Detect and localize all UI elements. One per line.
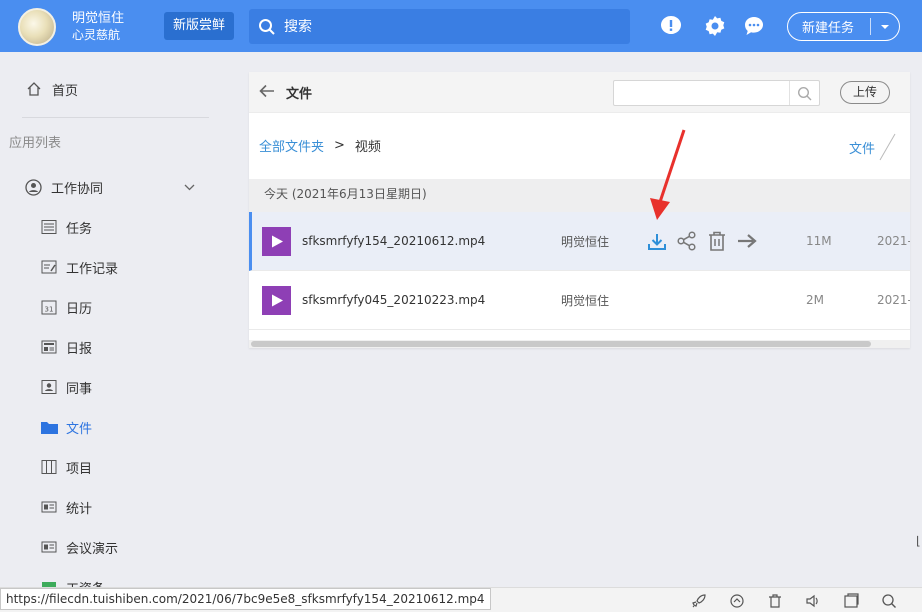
user-subtitle: 心灵慈航 [72,28,121,42]
scrollbar-thumb[interactable] [251,341,871,347]
sidebar-item-work-record[interactable]: 工作记录 [0,256,232,278]
sidebar-group-collab[interactable]: 工作协同 [0,176,232,198]
sidebar-item-statistics[interactable]: 统计 [0,496,232,518]
chat-icon[interactable] [743,15,765,37]
caret-down-icon[interactable] [871,24,899,30]
row-actions [647,231,757,251]
new-version-button[interactable]: 新版尝鲜 [164,12,234,40]
delete-icon[interactable] [707,231,727,251]
search-input[interactable] [284,18,604,35]
folder-icon [40,418,58,436]
sidebar-item-project[interactable]: 项目 [0,456,232,478]
page-title: 文件 [286,86,313,102]
files-toolbar: 文件 上传 [249,72,910,113]
video-file-icon [262,286,291,315]
sidebar-item-files[interactable]: 文件 [0,416,232,438]
file-name[interactable]: sfksmrfyfy154_20210612.mp4 [302,234,485,248]
new-task-button[interactable]: 新建任务 [787,12,900,41]
section-label: 应用列表 [9,136,62,151]
svg-text:31: 31 [45,306,54,314]
statistics-icon [40,498,58,516]
global-search[interactable] [249,9,630,44]
sidebar-item-meeting[interactable]: 会议演示 [0,536,232,558]
sidebar-item-label: 项目 [66,461,93,477]
sidebar-group-label: 工作协同 [51,181,104,197]
zoom-icon[interactable] [881,593,897,609]
sidebar-item-label: 统计 [66,501,93,517]
file-date: 2021-06-12 [877,234,910,248]
speaker-icon[interactable] [805,593,821,609]
annotation-arrow-icon [650,129,686,220]
top-header: 明觉恒住 心灵慈航 新版尝鲜 新建任务 [0,0,922,52]
chevron-down-icon[interactable] [184,180,195,195]
file-owner: 明觉恒住 [561,293,610,308]
sidebar-item-colleague[interactable]: 同事 [0,376,232,398]
file-size: 11M [806,234,832,248]
sidebar-item-label: 同事 [66,381,93,397]
home-icon [25,80,43,98]
sidebar-item-home[interactable]: 首页 [0,78,232,100]
user-name: 明觉恒住 [72,11,125,26]
task-list-icon [40,218,58,236]
file-row[interactable]: sfksmrfyfy154_20210612.mp4 明觉恒住 11M 2021… [249,212,910,271]
rocket-icon[interactable] [691,593,707,609]
user-info[interactable]: 明觉恒住 心灵慈航 [72,10,124,44]
calendar-icon: 31 [40,298,58,316]
sidebar-item-calendar[interactable]: 31 日历 [0,296,232,318]
upload-button[interactable]: 上传 [840,81,890,104]
file-owner: 明觉恒住 [561,234,610,249]
back-arrow-icon[interactable] [259,83,275,102]
browser-statusbar: https://filecdn.tuishiben.com/2021/06/7b… [0,587,922,612]
horizontal-scrollbar[interactable] [249,340,910,348]
alert-icon[interactable] [660,15,682,37]
work-record-icon [40,258,58,276]
sidebar-item-label: 任务 [66,221,93,237]
search-icon[interactable] [789,81,819,105]
sidebar-item-daily-report[interactable]: 日报 [0,336,232,358]
daily-report-icon [40,338,58,356]
files-panel: 文件 上传 全部文件夹 > 视频 文件 今天 (2021年6月13日星期日) s… [249,72,910,348]
breadcrumb-separator: > [334,138,345,153]
refresh-icon[interactable] [729,593,745,609]
sidebar-item-task[interactable]: 任务 [0,216,232,238]
user-circle-icon [24,178,42,196]
file-search[interactable] [613,80,820,106]
user-avatar[interactable] [18,8,56,46]
sidebar-item-label: 首页 [52,83,79,99]
new-task-label: 新建任务 [802,21,855,36]
sidebar: 首页 应用列表 工作协同 任务 工作记录 31 日历 日报 同事 文件 项目 统… [0,52,232,597]
status-url: https://filecdn.tuishiben.com/2021/06/7b… [0,588,491,610]
sidebar-item-label: 日报 [66,341,93,357]
sidebar-divider [22,117,209,118]
search-icon [259,18,275,35]
colleague-icon [40,378,58,396]
file-size: 2M [806,293,824,307]
download-icon[interactable] [647,231,667,251]
sidebar-item-label: 日历 [66,301,93,317]
video-file-icon [262,227,291,256]
edge-mark: ⌊ [916,534,921,548]
trash-icon[interactable] [767,593,783,609]
project-icon [40,458,58,476]
header-divider [879,133,896,161]
settings-icon[interactable] [704,15,726,37]
day-group-header: 今天 (2021年6月13日星期日) [249,179,910,212]
file-row[interactable]: sfksmrfyfy045_20210223.mp4 明觉恒住 2M 2021-… [249,271,910,330]
breadcrumb-root[interactable]: 全部文件夹 [259,136,324,155]
breadcrumb: 全部文件夹 > 视频 [259,136,381,155]
forward-arrow-icon[interactable] [737,231,757,251]
sidebar-item-label: 工作记录 [66,261,119,277]
share-icon[interactable] [677,231,697,251]
sidebar-item-label: 会议演示 [66,541,119,557]
sidebar-item-label: 文件 [66,421,93,437]
view-files-link[interactable]: 文件 [849,138,875,157]
meeting-icon [40,538,58,556]
breadcrumb-current: 视频 [354,140,381,155]
window-icon[interactable] [843,593,859,609]
file-search-input[interactable] [614,81,790,105]
file-date: 2021-02-23 [877,293,910,307]
file-name[interactable]: sfksmrfyfy045_20210223.mp4 [302,293,485,307]
